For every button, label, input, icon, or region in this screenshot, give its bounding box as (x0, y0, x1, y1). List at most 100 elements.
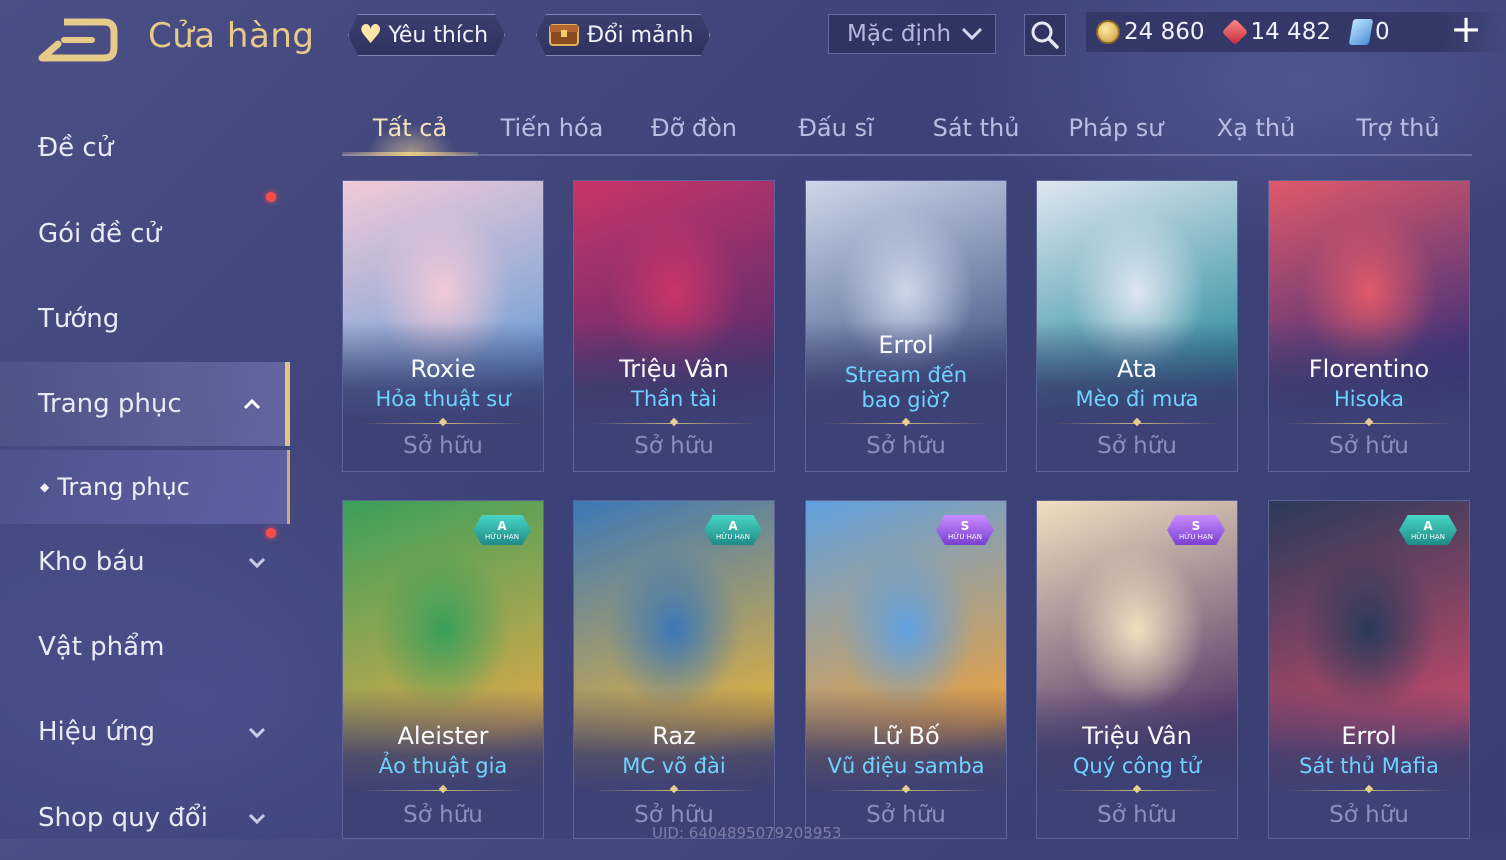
search-button[interactable] (1024, 14, 1066, 56)
voucher-amount: 14 482 (1250, 19, 1331, 45)
sort-dropdown-value: Mặc định (847, 21, 952, 47)
card-divider (592, 423, 756, 424)
owned-status: Sở hữu (403, 433, 483, 459)
card-divider (824, 790, 988, 791)
skin-name: Hỏa thuật sư (375, 387, 511, 411)
sidebar-item-skins[interactable]: Trang phục (0, 362, 290, 446)
card-divider (361, 423, 525, 424)
owned-status: Sở hữu (403, 802, 483, 828)
sidebar-item-label: Đề cử (38, 133, 114, 163)
limited-badge: S HỮU HẠN (936, 515, 994, 545)
role-tabs: Tất cả Tiến hóa Đỡ đòn Đấu sĩ Sát thủ Ph… (342, 104, 1472, 156)
skin-card[interactable]: Triệu Vân Thần tài Sở hữu (573, 180, 775, 472)
sidebar-item-label: Trang phục (38, 389, 182, 419)
skin-name: Mèo đi mưa (1075, 387, 1199, 411)
hero-name: Raz (652, 722, 696, 750)
sidebar-subitem-label: Trang phục (57, 473, 190, 501)
skin-name: Hisoka (1333, 387, 1405, 411)
card-divider (361, 790, 525, 791)
badge-limited-label: HỮU HẠN (948, 532, 982, 541)
sidebar-item-items[interactable]: Vật phẩm (0, 605, 290, 689)
skin-card[interactable]: Errol Stream đến bao giờ? Sở hữu (805, 180, 1007, 472)
sidebar-item-treasure[interactable]: Kho báu (0, 520, 290, 604)
active-tab-underline (342, 152, 478, 156)
skin-name: Thần tài (631, 387, 717, 411)
back-arrow-icon[interactable] (34, 18, 118, 62)
skin-name: Stream đến bao giờ? (844, 363, 968, 412)
sidebar-item-label: Shop quy đổi (38, 803, 208, 833)
chevron-down-icon (248, 813, 266, 825)
badge-rank: A (728, 518, 738, 533)
sidebar-item-exchange-shop[interactable]: Shop quy đổi (0, 776, 290, 860)
tab-marksman[interactable]: Xạ thủ (1188, 104, 1324, 152)
gold-balance: 24 860 (1096, 19, 1204, 45)
skin-card[interactable]: A HỮU HẠN Aleister Ảo thuật gia Sở hữu (342, 500, 544, 839)
sidebar-item-label: Gói đề cử (38, 219, 162, 249)
skin-name: MC võ đài (622, 754, 726, 778)
sidebar-item-label: Vật phẩm (38, 632, 165, 662)
exchange-shards-label: Đổi mảnh (587, 22, 694, 48)
skin-card[interactable]: A HỮU HẠN Raz MC võ đài Sở hữu (573, 500, 775, 839)
sidebar-item-label: Tướng (38, 304, 120, 334)
owned-status: Sở hữu (634, 433, 714, 459)
hero-name: Ata (1116, 355, 1158, 383)
diamond-bullet-icon: ◆ (40, 480, 50, 494)
skin-card[interactable]: S HỮU HẠN Lữ Bố Vũ điệu samba Sở hữu (805, 500, 1007, 839)
exchange-shards-button[interactable]: Đổi mảnh (536, 14, 710, 56)
sidebar-item-label: Kho báu (38, 547, 145, 577)
search-icon (1031, 21, 1059, 49)
notification-dot (266, 192, 276, 202)
tab-fighter[interactable]: Đấu sĩ (768, 104, 904, 152)
badge-limited-label: HỮU HẠN (485, 532, 519, 541)
owned-status: Sở hữu (1097, 802, 1177, 828)
skin-card[interactable]: A HỮU HẠN Errol Sát thủ Mafia Sở hữu (1268, 500, 1470, 839)
treasure-chest-icon (547, 17, 581, 54)
skin-name: Quý công tử (1072, 754, 1202, 778)
sidebar-item-recommended-packs[interactable]: Gói đề cử (0, 192, 290, 276)
sidebar: Đề cử Gói đề cử Tướng Trang phục ◆ Trang… (0, 100, 290, 839)
tab-all[interactable]: Tất cả (342, 104, 478, 152)
sidebar-item-effects[interactable]: Hiệu ứng (0, 690, 290, 774)
badge-rank: S (960, 518, 970, 533)
skin-card[interactable]: S HỮU HẠN Triệu Vân Quý công tử Sở hữu (1036, 500, 1238, 839)
limited-badge: A HỮU HẠN (473, 515, 531, 545)
tab-evolution[interactable]: Tiến hóa (484, 104, 620, 152)
badge-rank: A (497, 518, 507, 533)
hero-name: Errol (1341, 722, 1397, 750)
badge-limited-label: HỮU HẠN (716, 532, 750, 541)
sidebar-item-label: Hiệu ứng (38, 717, 155, 747)
add-currency-button[interactable]: + (1450, 10, 1482, 48)
skin-card[interactable]: Roxie Hỏa thuật sư Sở hữu (342, 180, 544, 472)
skin-name: Vũ điệu samba (827, 754, 985, 778)
hero-name: Roxie (410, 355, 476, 383)
limited-badge: A HỮU HẠN (704, 515, 762, 545)
user-id: UID: 6404895079203953 (652, 824, 842, 842)
badge-limited-label: HỮU HẠN (1179, 532, 1213, 541)
sort-dropdown[interactable]: Mặc định (828, 14, 996, 54)
skin-card[interactable]: Florentino Hisoka Sở hữu (1268, 180, 1470, 472)
tab-assassin[interactable]: Sát thủ (908, 104, 1044, 152)
favorites-button[interactable]: ♥ Yêu thích (348, 14, 505, 56)
badge-limited-label: HỮU HẠN (1411, 532, 1445, 541)
sidebar-item-heroes[interactable]: Tướng (0, 277, 290, 361)
skin-card[interactable]: Ata Mèo đi mưa Sở hữu (1036, 180, 1238, 472)
card-divider (1287, 423, 1451, 424)
hero-name: Lữ Bố (872, 722, 940, 750)
favorites-label: Yêu thích (388, 22, 489, 48)
tab-support[interactable]: Trợ thủ (1330, 104, 1466, 152)
tab-tank[interactable]: Đỡ đòn (626, 104, 762, 152)
hero-name: Florentino (1308, 355, 1430, 383)
currency-bar: 24 860 14 482 0 (1086, 12, 1506, 52)
ticket-icon (1348, 19, 1374, 45)
sidebar-subitem-skins[interactable]: ◆ Trang phục (0, 450, 290, 524)
badge-rank: A (1423, 518, 1433, 533)
card-divider (1287, 790, 1451, 791)
page-title: Cửa hàng (148, 16, 315, 56)
heart-icon: ♥ (359, 20, 383, 50)
chevron-down-icon (248, 557, 266, 569)
limited-badge: S HỮU HẠN (1167, 515, 1225, 545)
tab-mage[interactable]: Pháp sư (1048, 104, 1184, 152)
card-divider (1055, 423, 1219, 424)
sidebar-item-recommended[interactable]: Đề cử (0, 106, 290, 190)
badge-rank: S (1191, 518, 1201, 533)
